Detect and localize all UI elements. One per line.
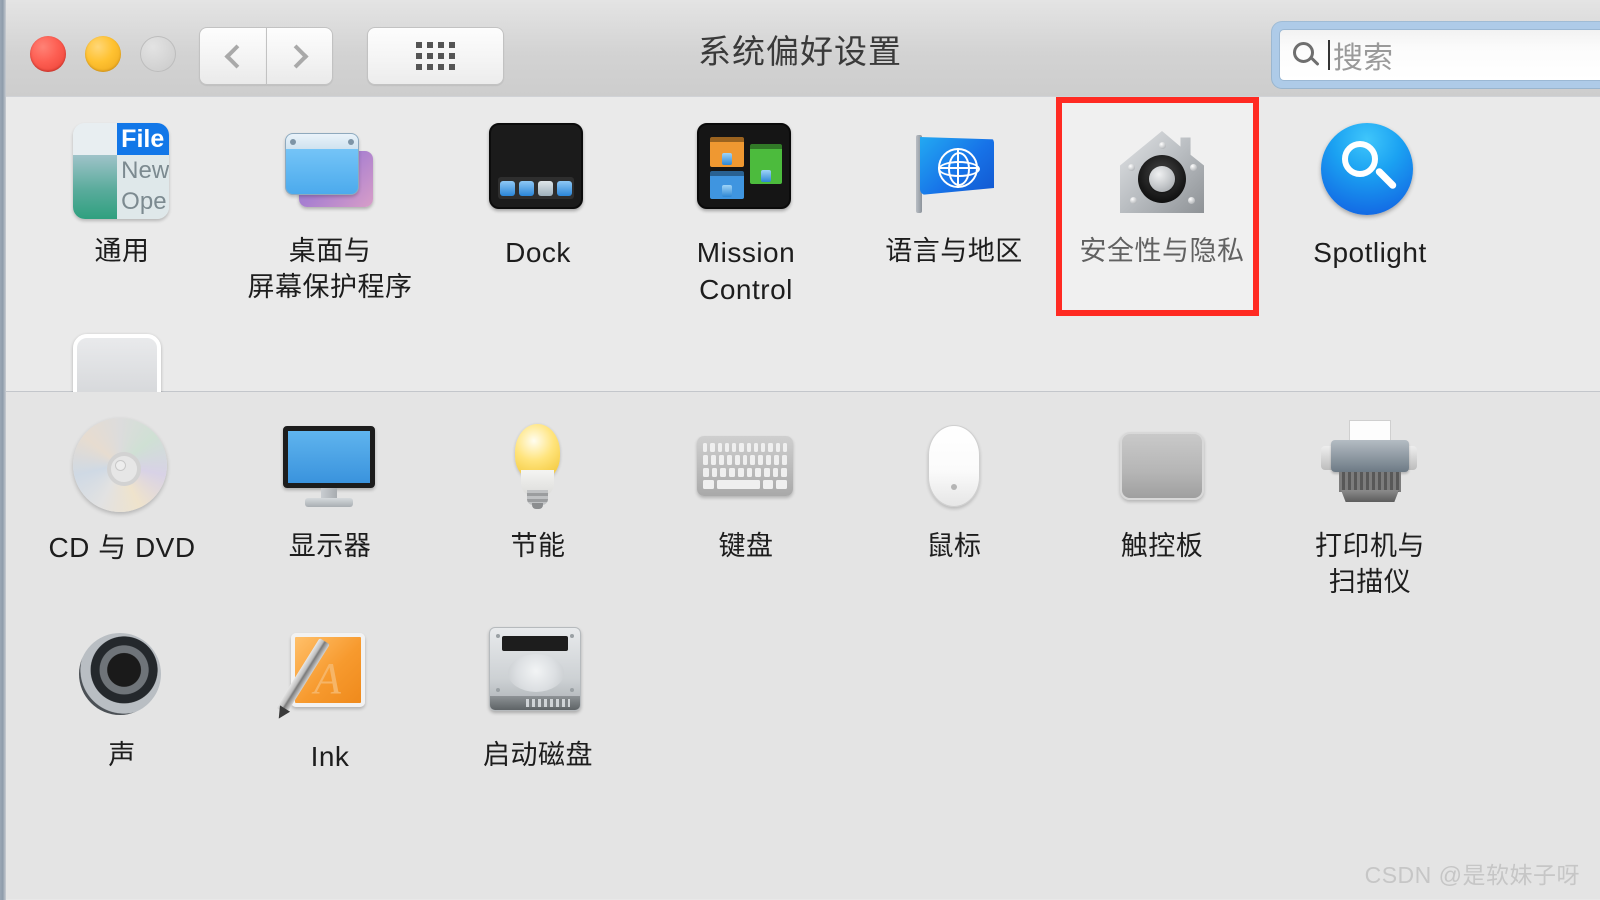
desktop-screensaver-icon: [281, 123, 379, 221]
pref-pane-trackpad[interactable]: 触控板: [1058, 392, 1266, 601]
search-icon: [1293, 42, 1320, 68]
energy-saver-icon: [489, 418, 587, 516]
pref-pane-label: 鼠标: [926, 531, 982, 561]
zoom-button[interactable]: [140, 36, 176, 72]
pref-pane-energy-saver[interactable]: 节能: [434, 392, 642, 601]
ink-icon: A: [281, 627, 379, 725]
startup-disk-icon: [489, 626, 587, 725]
pref-pane-sound[interactable]: 声: [18, 601, 226, 775]
pref-pane-security-privacy[interactable]: 安全性与隐私: [1056, 97, 1266, 317]
close-button[interactable]: [30, 36, 66, 72]
spotlight-icon: [1321, 123, 1419, 221]
navigation-button-group: [199, 27, 333, 85]
grid-icon: [416, 42, 455, 70]
hardware-icon-grid: CD 与 DVD 显示器 节能 键盘 鼠标 触控板 打印机与 扫描仪 声 A I…: [0, 392, 1600, 775]
pref-pane-label: 安全性与隐私: [1079, 236, 1245, 266]
pref-pane-ink[interactable]: A Ink: [226, 601, 434, 775]
pref-pane-startup-disk[interactable]: 启动磁盘: [434, 601, 642, 775]
pref-pane-label: 节能: [510, 531, 566, 561]
pref-pane-keyboard[interactable]: 键盘: [642, 392, 850, 601]
general-icon: File New Ope: [73, 123, 171, 221]
displays-icon: [281, 418, 379, 516]
chevron-right-icon: [284, 43, 309, 69]
search-placeholder: 搜索: [1333, 42, 1393, 75]
pref-pane-displays[interactable]: 显示器: [226, 392, 434, 601]
window-titlebar: 系统偏好设置 搜索: [0, 0, 1600, 99]
pref-pane-label: 声: [108, 739, 136, 770]
pref-pane-label: Dock: [505, 237, 571, 268]
pref-pane-label: 桌面与 屏幕保护程序: [247, 236, 413, 302]
back-button[interactable]: [199, 27, 266, 85]
pref-pane-label: 显示器: [288, 531, 372, 561]
pref-pane-label: Spotlight: [1313, 237, 1427, 268]
show-all-button[interactable]: [367, 27, 504, 85]
printer-scanner-icon: [1321, 418, 1419, 516]
pref-pane-label: 语言与地区: [885, 236, 1023, 266]
cd-dvd-icon: [73, 418, 171, 516]
text-caret: [1328, 40, 1330, 70]
pref-pane-label: 触控板: [1120, 531, 1204, 561]
hardware-section: CD 与 DVD 显示器 节能 键盘 鼠标 触控板 打印机与 扫描仪 声 A I…: [0, 392, 1600, 899]
pref-pane-language-region[interactable]: 语言与地区: [850, 97, 1058, 308]
traffic-light-group: [30, 36, 176, 72]
window-left-edge: [0, 0, 6, 900]
preferences-content: File New Ope 通用 桌面与 屏幕保护程序 Dock Mission …: [0, 97, 1600, 900]
search-field-wrapper[interactable]: 搜索: [1272, 22, 1600, 88]
watermark: CSDN @是软妹子呀: [1364, 862, 1580, 888]
pref-pane-label: 键盘: [718, 531, 774, 561]
pref-pane-mouse[interactable]: 鼠标: [850, 392, 1058, 601]
pref-pane-spotlight[interactable]: Spotlight: [1266, 97, 1474, 308]
pref-pane-label: Ink: [310, 740, 350, 772]
pref-pane-label: 打印机与 扫描仪: [1315, 531, 1425, 597]
chevron-left-icon: [223, 43, 249, 69]
system-preferences-window: 系统偏好设置 搜索 File New Ope 通用 桌面与 屏幕保护程序 Doc…: [0, 0, 1600, 900]
pref-pane-desktop-screensaver[interactable]: 桌面与 屏幕保护程序: [226, 97, 434, 308]
pref-pane-mission-control[interactable]: Mission Control: [642, 97, 850, 308]
trackpad-icon: [1113, 418, 1211, 516]
security-privacy-icon: [1113, 123, 1211, 221]
sound-icon: [73, 627, 171, 725]
keyboard-icon: [697, 418, 795, 516]
pref-pane-label: 通用: [94, 236, 150, 266]
mouse-icon: [905, 418, 1003, 516]
pref-pane-general[interactable]: File New Ope 通用: [18, 97, 226, 308]
pref-pane-printers-scanners[interactable]: 打印机与 扫描仪: [1266, 392, 1474, 601]
mission-control-icon: [697, 123, 795, 221]
pref-pane-cd-dvd[interactable]: CD 与 DVD: [18, 392, 226, 601]
pref-pane-label: Mission Control: [696, 237, 796, 306]
language-region-icon: [905, 123, 1003, 221]
dock-icon: [489, 123, 587, 221]
pref-pane-label: CD 与 DVD: [48, 532, 196, 563]
personal-section: File New Ope 通用 桌面与 屏幕保护程序 Dock Mission …: [0, 97, 1600, 477]
pref-pane-dock[interactable]: Dock: [434, 97, 642, 308]
forward-button[interactable]: [266, 27, 333, 85]
pref-pane-label: 启动磁盘: [483, 739, 593, 770]
minimize-button[interactable]: [85, 36, 121, 72]
search-input[interactable]: 搜索: [1279, 29, 1600, 81]
